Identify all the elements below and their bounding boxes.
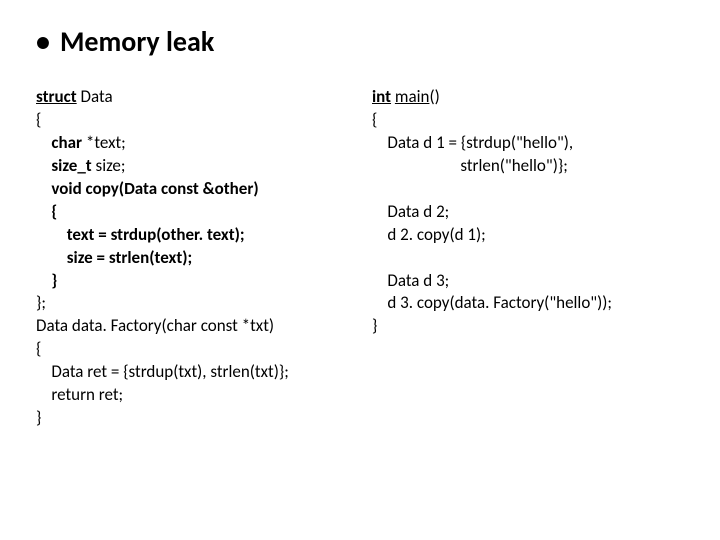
code-line: }: [36, 270, 348, 293]
code-line: int main(): [372, 86, 684, 109]
code-line: struct Data: [36, 86, 348, 109]
blank-line: [372, 247, 684, 270]
code-line: }: [36, 407, 348, 430]
code-line: }: [372, 315, 684, 338]
code-line: strlen("hello")};: [372, 155, 684, 178]
code-right-column: int main() { Data d 1 = {strdup("hello")…: [372, 86, 684, 430]
code-line: return ret;: [36, 384, 348, 407]
code-columns: struct Data { char *text; size_t size; v…: [36, 86, 684, 430]
code-line: {: [372, 109, 684, 132]
code-line: {: [36, 109, 348, 132]
code-line: text = strdup(other. text);: [36, 224, 348, 247]
blank-line: [372, 178, 684, 201]
code-line: char *text;: [36, 132, 348, 155]
code-line: Data d 2;: [372, 201, 684, 224]
code-line: {: [36, 338, 348, 361]
code-line: {: [36, 201, 348, 224]
code-line: Data ret = {strdup(txt), strlen(txt)};: [36, 361, 348, 384]
title-row: • Memory leak: [36, 28, 684, 56]
bullet-icon: •: [36, 28, 50, 56]
code-left-column: struct Data { char *text; size_t size; v…: [36, 86, 348, 430]
code-line: Data d 3;: [372, 270, 684, 293]
page-title: Memory leak: [60, 28, 214, 56]
code-line: };: [36, 292, 348, 315]
code-line: void copy(Data const &other): [36, 178, 348, 201]
code-line: d 3. copy(data. Factory("hello"));: [372, 292, 684, 315]
code-line: Data data. Factory(char const *txt): [36, 315, 348, 338]
code-line: size_t size;: [36, 155, 348, 178]
code-line: size = strlen(text);: [36, 247, 348, 270]
slide: • Memory leak struct Data { char *text; …: [0, 0, 720, 540]
code-line: Data d 1 = {strdup("hello"),: [372, 132, 684, 155]
code-line: d 2. copy(d 1);: [372, 224, 684, 247]
